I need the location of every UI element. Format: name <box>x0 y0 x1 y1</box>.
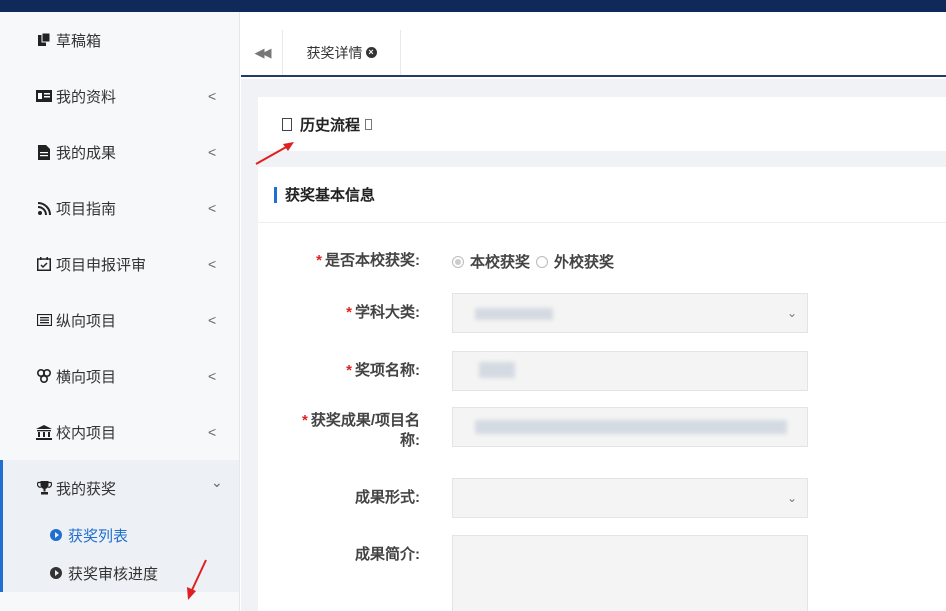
sidebar-item-label: 项目申报评审 <box>56 256 147 274</box>
tab-scroll-back-button[interactable]: ◀◀ <box>241 30 283 75</box>
list-alt-icon <box>36 312 52 328</box>
history-process-link[interactable]: 历史流程 <box>300 114 360 135</box>
tab-label: 获奖详情 <box>306 44 363 61</box>
chevron-left-icon: < <box>208 256 217 272</box>
chevron-left-icon: < <box>208 88 217 104</box>
redacted-value <box>475 308 553 320</box>
sidebar-item-label: 我的资料 <box>56 88 117 106</box>
awards-submenu: 获奖列表 获奖审核进度 <box>0 516 239 592</box>
field-label: * 学科大类: <box>346 303 420 323</box>
sidebar-item-label: 项目指南 <box>56 200 117 218</box>
radio-label: 外校获奖 <box>554 254 615 271</box>
chevron-down-icon: ⌄ <box>786 491 797 505</box>
sidebar-item-project-review[interactable]: 项目申报评审 < <box>0 236 239 292</box>
sidebar-subitem-label: 获奖审核进度 <box>68 565 159 583</box>
chevron-left-icon: < <box>208 312 217 328</box>
box-icon <box>365 118 373 130</box>
chevron-left-icon: < <box>208 368 217 384</box>
sidebar-item-horizontal-projects[interactable]: 横向项目 < <box>0 348 239 404</box>
radio-other-school-award[interactable] <box>536 255 549 268</box>
chevron-down-icon: ⌄ <box>786 306 797 320</box>
award-name-input[interactable] <box>452 351 808 391</box>
is-school-award-radio-group: 本校获奖 外校获奖 <box>452 251 614 272</box>
sidebar: 草稿箱 我的资料 < 我的成果 < 项目指南 < 项目申报评审 < 纵向项目 < <box>0 12 240 611</box>
sidebar-item-label: 横向项目 <box>56 368 117 386</box>
sidebar-item-drafts[interactable]: 草稿箱 <box>0 12 239 68</box>
discipline-select[interactable]: ⌄ <box>452 293 808 333</box>
sidebar-subitem-label: 获奖列表 <box>68 527 129 545</box>
cubes-icon <box>36 368 52 384</box>
field-label-text: 学科大类: <box>355 304 420 321</box>
field-label: * 是否本校获奖: <box>316 251 420 271</box>
calendar-check-icon <box>36 256 52 272</box>
field-label-text: 获奖成果/项目名 <box>310 412 420 429</box>
sidebar-item-label: 纵向项目 <box>56 312 117 330</box>
chevron-left-icon: < <box>208 144 217 160</box>
sidebar-item-label: 校内项目 <box>56 424 117 442</box>
sidebar-subitem-award-review-progress[interactable]: 获奖审核进度 <box>3 554 239 592</box>
trophy-icon <box>36 480 52 496</box>
required-mark: * <box>301 412 308 429</box>
required-mark: * <box>316 252 322 269</box>
double-chevron-left-icon: ◀◀ <box>254 44 272 60</box>
required-mark: * <box>346 304 352 321</box>
play-circle-icon <box>50 529 62 541</box>
sidebar-item-label: 我的成果 <box>56 144 117 162</box>
field-label: * 获奖成果/项目名称: <box>302 411 420 451</box>
close-icon[interactable]: × <box>365 47 377 58</box>
project-name-input[interactable] <box>452 407 808 447</box>
main-content: 历史流程 获奖基本信息 * 是否本校获奖: 本校获奖 外校获奖 * 学科大类: ⌄ <box>241 79 946 611</box>
field-label-text: 成果简介: <box>355 546 420 563</box>
radio-label: 本校获奖 <box>470 254 531 271</box>
drafts-icon <box>36 32 52 48</box>
file-icon <box>36 144 52 160</box>
section-header: 获奖基本信息 <box>258 167 946 223</box>
required-mark: * <box>346 362 352 379</box>
tab-award-details[interactable]: 获奖详情 × <box>283 30 401 75</box>
field-label-text: 成果形式: <box>355 489 420 506</box>
field-label: 成果形式: <box>355 488 420 508</box>
sidebar-item-project-guide[interactable]: 项目指南 < <box>0 180 239 236</box>
field-label-text: 奖项名称: <box>355 362 420 379</box>
box-icon <box>282 117 292 131</box>
award-info-panel: 获奖基本信息 * 是否本校获奖: 本校获奖 外校获奖 * 学科大类: ⌄ * 奖项名称… <box>258 167 946 611</box>
chevron-left-icon: < <box>208 200 217 216</box>
sidebar-item-label: 我的获奖 <box>56 480 117 498</box>
sidebar-item-campus-projects[interactable]: 校内项目 < <box>0 404 239 460</box>
radio-school-award[interactable] <box>452 255 464 268</box>
redacted-value <box>475 420 787 434</box>
summary-textarea[interactable] <box>452 535 808 611</box>
redacted-value <box>479 362 515 378</box>
section-title: 获奖基本信息 <box>285 187 376 204</box>
sidebar-item-label: 草稿箱 <box>56 32 102 50</box>
play-circle-icon <box>50 567 62 579</box>
sidebar-item-my-awards[interactable]: 我的获奖 ⌄ <box>0 460 239 516</box>
sidebar-item-vertical-projects[interactable]: 纵向项目 < <box>0 292 239 348</box>
field-label: 成果简介: <box>355 545 420 565</box>
field-label-text: 是否本校获奖: <box>325 252 420 269</box>
field-label-text: 称: <box>400 432 420 449</box>
rss-icon <box>36 200 52 216</box>
chevron-left-icon: < <box>208 424 217 440</box>
result-form-select[interactable]: ⌄ <box>452 478 808 518</box>
top-header-bar <box>0 0 946 12</box>
history-process-panel: 历史流程 <box>258 97 946 151</box>
section-accent-bar <box>274 186 277 203</box>
sidebar-item-my-profile[interactable]: 我的资料 < <box>0 68 239 124</box>
sidebar-item-my-results[interactable]: 我的成果 < <box>0 124 239 180</box>
field-label: * 奖项名称: <box>346 361 420 381</box>
tab-bar: ◀◀ 获奖详情 × <box>241 30 946 77</box>
chevron-down-icon: ⌄ <box>211 474 223 490</box>
institution-icon <box>36 424 52 440</box>
id-card-icon <box>36 88 52 104</box>
sidebar-subitem-award-list[interactable]: 获奖列表 <box>3 516 239 554</box>
